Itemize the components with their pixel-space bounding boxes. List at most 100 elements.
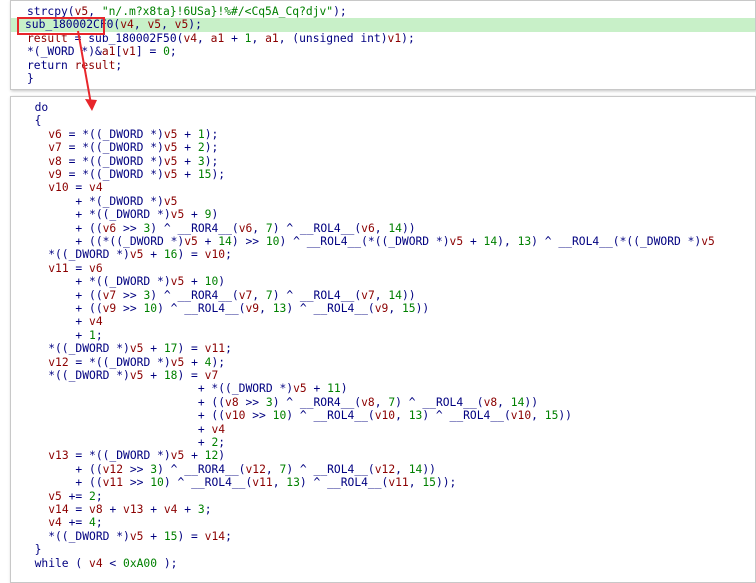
code-token-fn: ) ^ __ROL4__(*((_DWORD *) xyxy=(279,235,450,248)
code-token-p xyxy=(21,516,48,529)
code-token-p: , xyxy=(374,221,389,235)
code-token-var: v5 xyxy=(163,194,178,208)
code-token-p: , xyxy=(197,31,211,45)
code-line: v6 = *((_DWORD *)v5 + 1); xyxy=(11,128,218,141)
code-line: v7 = *((_DWORD *)v5 + 2); xyxy=(11,141,218,154)
code-token-var: a1 xyxy=(265,31,279,45)
code-token-p: ) = xyxy=(177,342,205,356)
code-token-p: < xyxy=(102,556,124,570)
code-token-num: 14 xyxy=(483,235,498,248)
code-token-p: >> xyxy=(238,395,266,409)
code-token-p xyxy=(21,449,48,462)
code-token-var: v5 xyxy=(174,18,189,32)
code-token-var: v7 xyxy=(48,141,62,155)
code-token-p: , xyxy=(259,302,273,315)
code-token-var: v4 xyxy=(48,516,62,530)
code-line: v12 = *((_DWORD *)v5 + 4); xyxy=(11,356,225,369)
code-token-num: 14 xyxy=(510,395,525,409)
code-token-var: v7 xyxy=(238,288,253,302)
code-token-var: v11 xyxy=(204,342,226,356)
code-token-var: v8 xyxy=(361,395,375,409)
code-line: v14 = v8 + v13 + v4 + 3; xyxy=(11,503,211,516)
code-line: + ((v11 >> 10) ^ __ROL4__(v11, 13) ^ __R… xyxy=(11,476,456,489)
code-token-p: + (( xyxy=(21,476,103,490)
code-token-p: + xyxy=(143,369,164,382)
code-token-p: , xyxy=(265,462,280,476)
code-token-var: v5 xyxy=(170,449,185,463)
code-token-p: ); xyxy=(157,556,178,570)
code-token-p: , xyxy=(374,395,389,409)
code-token-p: + xyxy=(177,154,198,168)
code-token-p: + (( xyxy=(21,462,103,476)
code-token-p: + xyxy=(197,235,219,248)
code-token-p: , xyxy=(252,288,266,302)
code-token-kw: return xyxy=(27,58,75,72)
code-token-p: )) xyxy=(524,395,538,409)
code-token-kw: *((_DWORD *) xyxy=(21,369,130,382)
code-token-num: 13 xyxy=(286,476,300,490)
code-token-p: + xyxy=(102,503,124,516)
code-token-var: v8 xyxy=(89,503,103,516)
code-token-kw: = *((_DWORD *) xyxy=(68,355,171,369)
code-token-num: 15 xyxy=(197,168,212,181)
code-token-p: + xyxy=(143,529,164,543)
code-token-num: 15 xyxy=(544,409,559,423)
code-line: + ((v9 >> 10) ^ __ROL4__(v9, 13) ^ __ROL… xyxy=(11,302,429,315)
code-token-num: 7 xyxy=(265,221,273,235)
code-token-p: + xyxy=(184,275,205,289)
code-token-var: a1 xyxy=(210,31,225,45)
code-token-var: v4 xyxy=(211,422,226,436)
code-line: do xyxy=(11,101,49,114)
code-token-p: ); xyxy=(204,127,219,141)
code-token-p: >> xyxy=(116,302,144,315)
code-token-p: + xyxy=(177,141,198,155)
code-token-p: ) xyxy=(211,208,219,222)
code-token-p: , xyxy=(161,18,175,32)
code-token-var: v6 xyxy=(361,221,375,235)
code-token-var: v5 xyxy=(163,141,178,155)
code-token-p: + xyxy=(21,328,90,342)
code-line: + 1; xyxy=(11,328,102,342)
code-token-fn: ) ^ __ROL4__( xyxy=(272,288,362,302)
code-token-var: v5 xyxy=(163,127,178,141)
code-token-var: v4 xyxy=(120,18,134,32)
code-token-p xyxy=(21,128,48,141)
pseudocode-panel-bottom: do { v6 = *((_DWORD *)v5 + 1); v7 = *((_… xyxy=(10,96,756,583)
code-token-p: , xyxy=(133,18,148,32)
code-token-p: ; xyxy=(95,489,103,503)
code-token-kw: = *((_DWORD *) xyxy=(61,168,164,181)
code-token-var: v4 xyxy=(183,31,198,45)
code-line: + ((*((_DWORD *)v5 + 14) >> 10) ^ __ROL4… xyxy=(11,235,714,248)
code-token-var: v5 xyxy=(170,355,185,369)
code-line: + 2; xyxy=(11,436,225,449)
code-token-fn: ) ^ __ROL4__( xyxy=(286,302,375,315)
code-token-p: >> xyxy=(123,476,151,490)
code-token-p: )); xyxy=(435,476,457,490)
code-token-p: ) = xyxy=(177,529,205,543)
code-token-p: ), xyxy=(497,235,518,248)
code-token-kw: do xyxy=(21,101,49,114)
code-token-p: , xyxy=(531,409,545,423)
code-token-num: 16 xyxy=(163,248,178,262)
code-token-var: v5 xyxy=(449,235,464,248)
code-token-fn: ) ^ __ROR4__( xyxy=(272,395,362,409)
code-token-p xyxy=(21,356,48,369)
code-token-p: + xyxy=(463,235,484,248)
code-token-var: v13 xyxy=(123,503,144,516)
code-token-kw: *((_DWORD *) xyxy=(21,248,130,262)
code-token-num: 11 xyxy=(327,382,341,396)
code-token-num: 10 xyxy=(265,235,280,248)
code-token-p: , xyxy=(374,288,389,302)
code-token-var: v13 xyxy=(48,449,69,463)
code-token-p: ] = xyxy=(135,45,164,59)
code-token-p: ); xyxy=(204,141,219,155)
code-token-p: ) xyxy=(218,275,226,289)
code-token-p: + (( xyxy=(21,302,103,315)
code-token-var: v9 xyxy=(48,168,62,181)
code-token-kw: *(_WORD *)& xyxy=(27,45,102,59)
code-token-p: , xyxy=(272,476,287,490)
code-token-p: ); xyxy=(211,168,226,181)
code-token-var: v5 xyxy=(147,18,162,32)
code-token-kw: + *(_DWORD *) xyxy=(21,194,164,208)
code-token-p xyxy=(21,503,48,516)
